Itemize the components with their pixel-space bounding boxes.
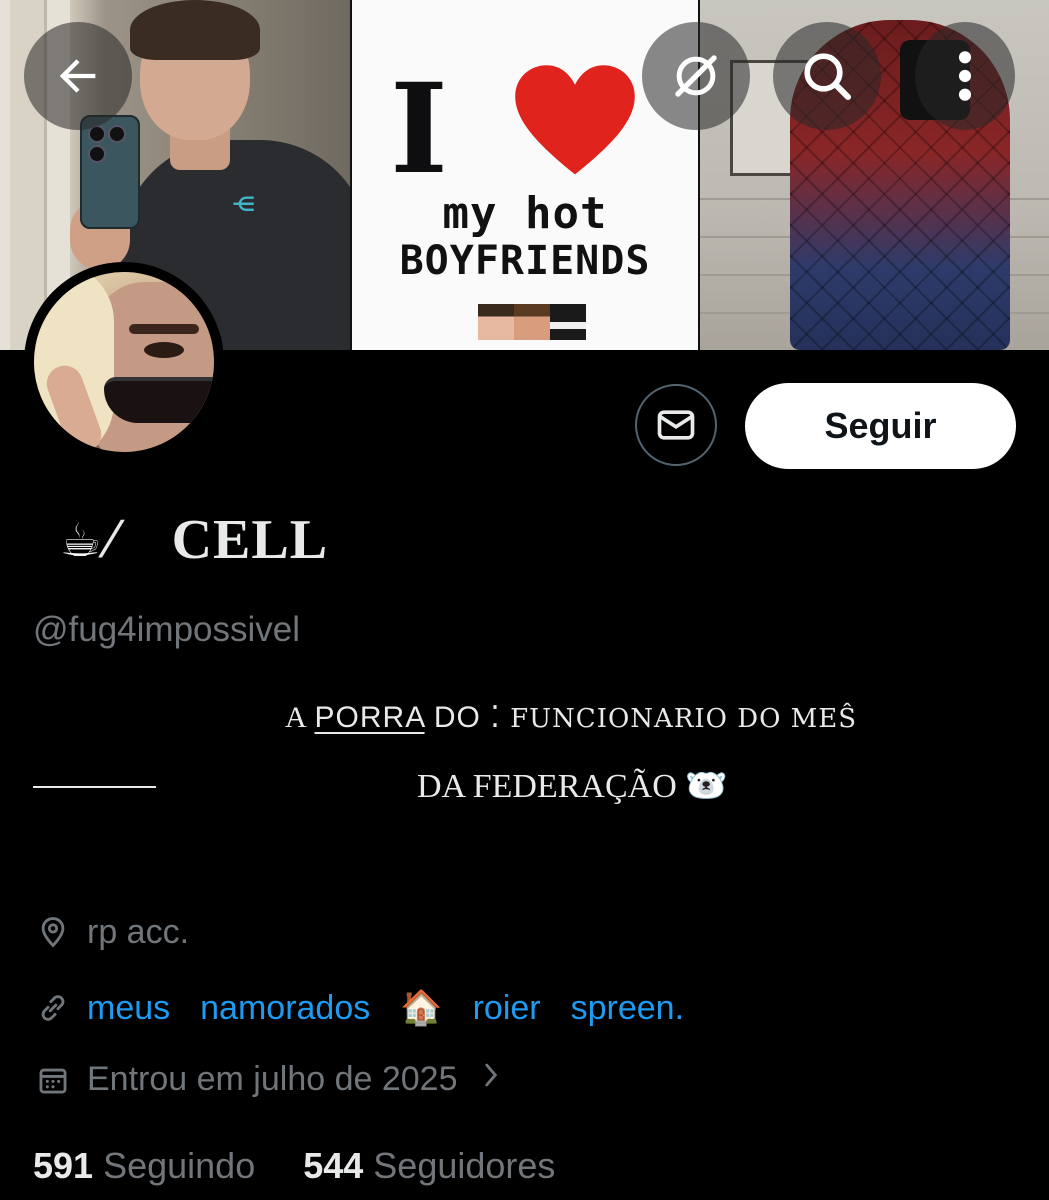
more-options-button[interactable] <box>915 22 1015 130</box>
bio-text: A <box>285 701 315 734</box>
banner-text-line1: my hot <box>442 188 608 239</box>
location-pin-icon <box>33 912 73 952</box>
search-button[interactable] <box>773 22 881 130</box>
location-text: rp acc. <box>87 912 190 951</box>
website-link-word[interactable]: roier <box>473 989 541 1028</box>
name-slash: ⁄ <box>107 511 116 569</box>
avatar-photo <box>34 272 214 452</box>
grok-icon <box>675 55 717 97</box>
pixel-faces-image <box>478 304 586 340</box>
heart-icon <box>515 65 635 175</box>
bio-line-2: DA FEDERAÇÃO 🐻‍❄️ <box>417 768 728 805</box>
follow-stats: 591 Seguindo 544 Seguidores <box>33 1145 555 1187</box>
following-count: 591 <box>33 1145 94 1186</box>
bio-text: FUNCIONARIO DO MEŜ <box>510 704 858 734</box>
bio-text: DO <box>424 701 481 734</box>
joined-date-row[interactable]: Entrou em julho de 2025 <box>33 1058 505 1101</box>
search-icon <box>804 53 852 101</box>
user-handle: @fug4impossivel <box>33 610 301 649</box>
display-name: ☕ ⁄ CELL <box>60 505 328 575</box>
following-label: Seguindo <box>103 1145 256 1186</box>
followers-label: Seguidores <box>373 1145 556 1186</box>
website-link-word[interactable]: namorados <box>200 989 370 1028</box>
bio-line-1: A PORRA DO ⁚ FUNCIONARIO DO MEŜ <box>285 700 857 735</box>
followers-count: 544 <box>303 1145 364 1186</box>
avatar[interactable] <box>24 262 224 462</box>
bio-divider <box>33 786 156 788</box>
bio-text-underlined: PORRA <box>314 701 425 734</box>
followers-link[interactable]: 544 Seguidores <box>303 1145 555 1187</box>
banner-big-letter: I <box>390 57 449 202</box>
banner-text-line2: BOYFRIENDS <box>399 238 651 284</box>
link-icon <box>33 988 73 1028</box>
location-row: rp acc. <box>33 912 189 952</box>
calendar-icon <box>33 1060 73 1100</box>
website-row: meus namorados 🏠 roier spreen. <box>33 988 714 1028</box>
website-link-word[interactable]: spreen. <box>571 989 684 1028</box>
chevron-right-icon <box>477 1058 505 1101</box>
arrow-left-icon <box>59 59 96 93</box>
joined-date-text: Entrou em julho de 2025 <box>87 1060 458 1098</box>
follow-button[interactable]: Seguir <box>745 383 1016 469</box>
name-text: CELL <box>171 509 329 571</box>
envelope-icon <box>657 410 695 440</box>
website-link-word[interactable]: meus <box>87 989 170 1028</box>
message-button[interactable] <box>635 384 717 466</box>
more-vertical-icon <box>958 51 972 101</box>
house-icon[interactable]: 🏠 <box>400 988 442 1028</box>
following-link[interactable]: 591 Seguindo <box>33 1145 255 1187</box>
back-button[interactable] <box>24 22 132 130</box>
grok-button[interactable] <box>642 22 750 130</box>
bio-mark: ⁚ <box>480 701 511 734</box>
coffee-icon: ☕ <box>60 513 102 567</box>
